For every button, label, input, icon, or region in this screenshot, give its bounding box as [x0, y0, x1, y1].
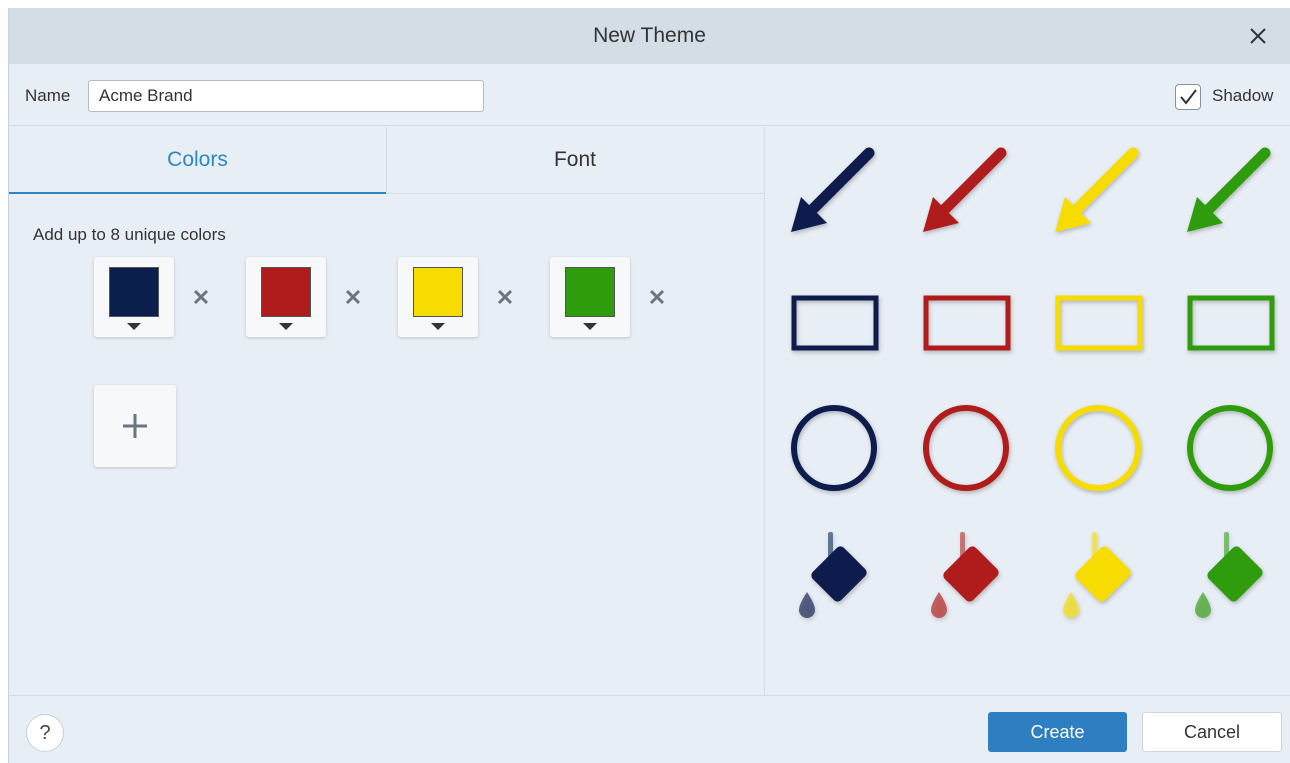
color-picker-2[interactable]	[246, 257, 326, 337]
remove-color-3-button[interactable]	[495, 287, 515, 307]
close-icon[interactable]	[1246, 24, 1270, 48]
tab-font[interactable]: Font	[386, 127, 764, 194]
name-label: Name	[25, 86, 71, 105]
preview-arrow-icon	[1173, 135, 1283, 245]
preview-arrow-icon	[777, 135, 887, 245]
close-icon	[345, 289, 361, 305]
preview-rectangle-icon	[777, 266, 887, 376]
close-icon	[497, 289, 513, 305]
dropdown-caret-icon	[279, 323, 293, 330]
tab-colors[interactable]: Colors	[9, 127, 386, 194]
title-bar: New Theme	[9, 8, 1290, 64]
remove-color-4-button[interactable]	[647, 287, 667, 307]
dropdown-caret-icon	[127, 323, 141, 330]
shadow-label: Shadow	[1212, 86, 1274, 105]
color-picker-3[interactable]	[398, 257, 478, 337]
preview-rectangle-icon	[909, 266, 1019, 376]
name-row: Name Shadow	[9, 64, 1290, 126]
name-input[interactable]	[88, 80, 484, 112]
close-icon	[193, 289, 209, 305]
preview-fill-bucket-icon	[1173, 516, 1283, 626]
dropdown-caret-icon	[583, 323, 597, 330]
preview-circle-icon	[1173, 391, 1283, 501]
preview-fill-bucket-icon	[777, 516, 887, 626]
preview-circle-icon	[909, 391, 1019, 501]
remove-color-2-button[interactable]	[343, 287, 363, 307]
create-button[interactable]: Create	[988, 712, 1127, 752]
remove-color-1-button[interactable]	[191, 287, 211, 307]
cancel-button[interactable]: Cancel	[1142, 712, 1282, 752]
preview-fill-bucket-icon	[909, 516, 1019, 626]
tab-bar: Colors Font	[9, 127, 764, 194]
color-picker-4[interactable]	[550, 257, 630, 337]
shadow-checkbox[interactable]	[1175, 84, 1201, 110]
new-theme-dialog: New Theme Name Shadow Colors Font Add up…	[8, 8, 1290, 763]
preview-rectangle-icon	[1173, 266, 1283, 376]
preview-rectangle-icon	[1041, 266, 1151, 376]
color-swatch	[261, 267, 311, 317]
preview-fill-bucket-icon	[1041, 516, 1151, 626]
theme-settings-pane: Colors Font Add up to 8 unique colors	[9, 127, 764, 695]
preview-circle-icon	[1041, 391, 1151, 501]
preview-arrow-icon	[909, 135, 1019, 245]
color-swatch	[413, 267, 463, 317]
colors-hint: Add up to 8 unique colors	[33, 225, 226, 244]
preview-arrow-icon	[1041, 135, 1151, 245]
preview-circle-icon	[777, 391, 887, 501]
plus-icon	[123, 414, 147, 438]
dropdown-caret-icon	[431, 323, 445, 330]
theme-preview-pane	[764, 127, 1290, 695]
dialog-title: New Theme	[593, 24, 706, 47]
color-swatch	[565, 267, 615, 317]
color-picker-1[interactable]	[94, 257, 174, 337]
color-swatch	[109, 267, 159, 317]
dialog-footer: ? Create Cancel	[9, 695, 1290, 763]
add-color-button[interactable]	[94, 385, 176, 467]
help-button[interactable]: ?	[26, 714, 64, 752]
close-icon	[649, 289, 665, 305]
checkmark-icon	[1180, 89, 1197, 105]
